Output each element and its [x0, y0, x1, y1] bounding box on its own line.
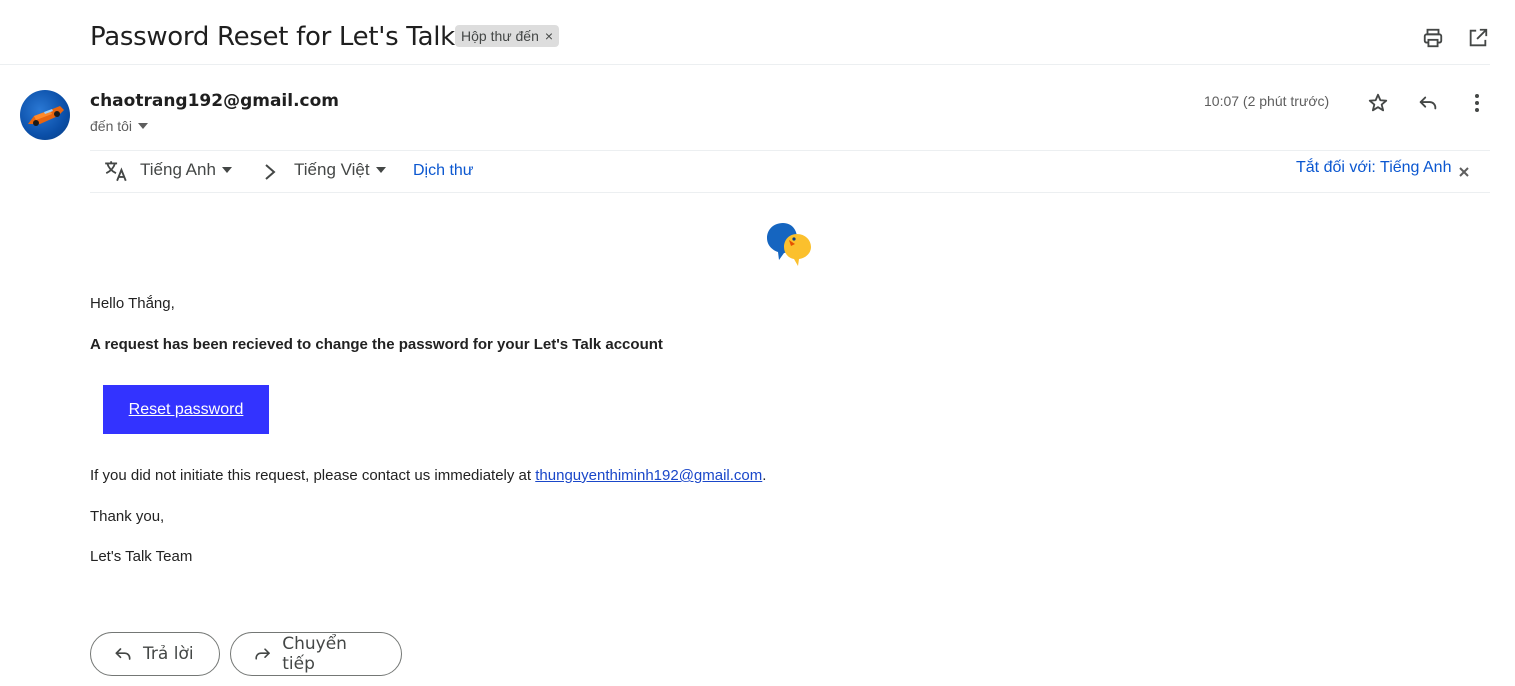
reply-icon[interactable] [1412, 87, 1444, 119]
greeting-text: Hello Thắng, [90, 295, 175, 312]
forward-icon [255, 648, 270, 660]
header-divider [0, 64, 1490, 65]
translate-message-link[interactable]: Dịch thư [413, 162, 474, 180]
thanks-text: Thank you, [90, 508, 165, 525]
translate-icon [103, 158, 129, 189]
source-language-label: Tiếng Anh [140, 160, 216, 179]
email-subject: Password Reset for Let's Talk [90, 22, 455, 52]
inbox-label-text: Hộp thư đến [461, 28, 539, 44]
sender-email[interactable]: chaotrang192@gmail.com [90, 91, 339, 111]
forward-button[interactable]: Chuyển tiếp [230, 632, 402, 676]
forward-label: Chuyển tiếp [282, 634, 347, 674]
more-options-icon[interactable] [1461, 87, 1493, 119]
contact-paragraph: If you did not initiate this request, pl… [90, 467, 766, 484]
reply-label: Trả lời [143, 644, 194, 664]
lets-talk-logo [765, 220, 815, 273]
print-icon[interactable] [1417, 22, 1449, 54]
recipient-details[interactable]: đến tôi [90, 118, 149, 134]
contact-text: If you did not initiate this request, pl… [90, 467, 536, 484]
inbox-label-chip[interactable]: Hộp thư đến × [455, 25, 560, 47]
contact-email-link[interactable]: thunguyenthiminh192@gmail.com [535, 467, 762, 484]
target-language-select[interactable]: Tiếng Việt [294, 160, 386, 180]
target-language-label: Tiếng Việt [294, 160, 370, 179]
chevron-down-icon [375, 167, 386, 173]
reply-button[interactable]: Trả lời [90, 632, 220, 676]
remove-label-icon[interactable]: × [545, 25, 553, 47]
email-headline: A request has been recieved to change th… [90, 336, 663, 353]
sender-avatar[interactable] [20, 90, 70, 140]
contact-suffix: . [762, 467, 767, 484]
star-icon[interactable] [1362, 87, 1394, 119]
reply-icon [115, 648, 131, 660]
chevron-down-icon[interactable] [138, 123, 149, 129]
turn-off-translation-link[interactable]: Tắt đối với: Tiếng Anh [1296, 159, 1451, 177]
chevron-right-icon [264, 163, 276, 186]
signature-text: Let's Talk Team [90, 548, 193, 565]
chevron-down-icon [221, 167, 232, 173]
close-icon[interactable] [1458, 165, 1470, 183]
open-in-new-window-icon[interactable] [1462, 22, 1494, 54]
source-language-select[interactable]: Tiếng Anh [140, 160, 232, 180]
message-timestamp: 10:07 (2 phút trước) [1204, 93, 1330, 109]
recipient-text: đến tôi [90, 118, 133, 134]
reset-password-button[interactable]: Reset password [103, 385, 269, 434]
